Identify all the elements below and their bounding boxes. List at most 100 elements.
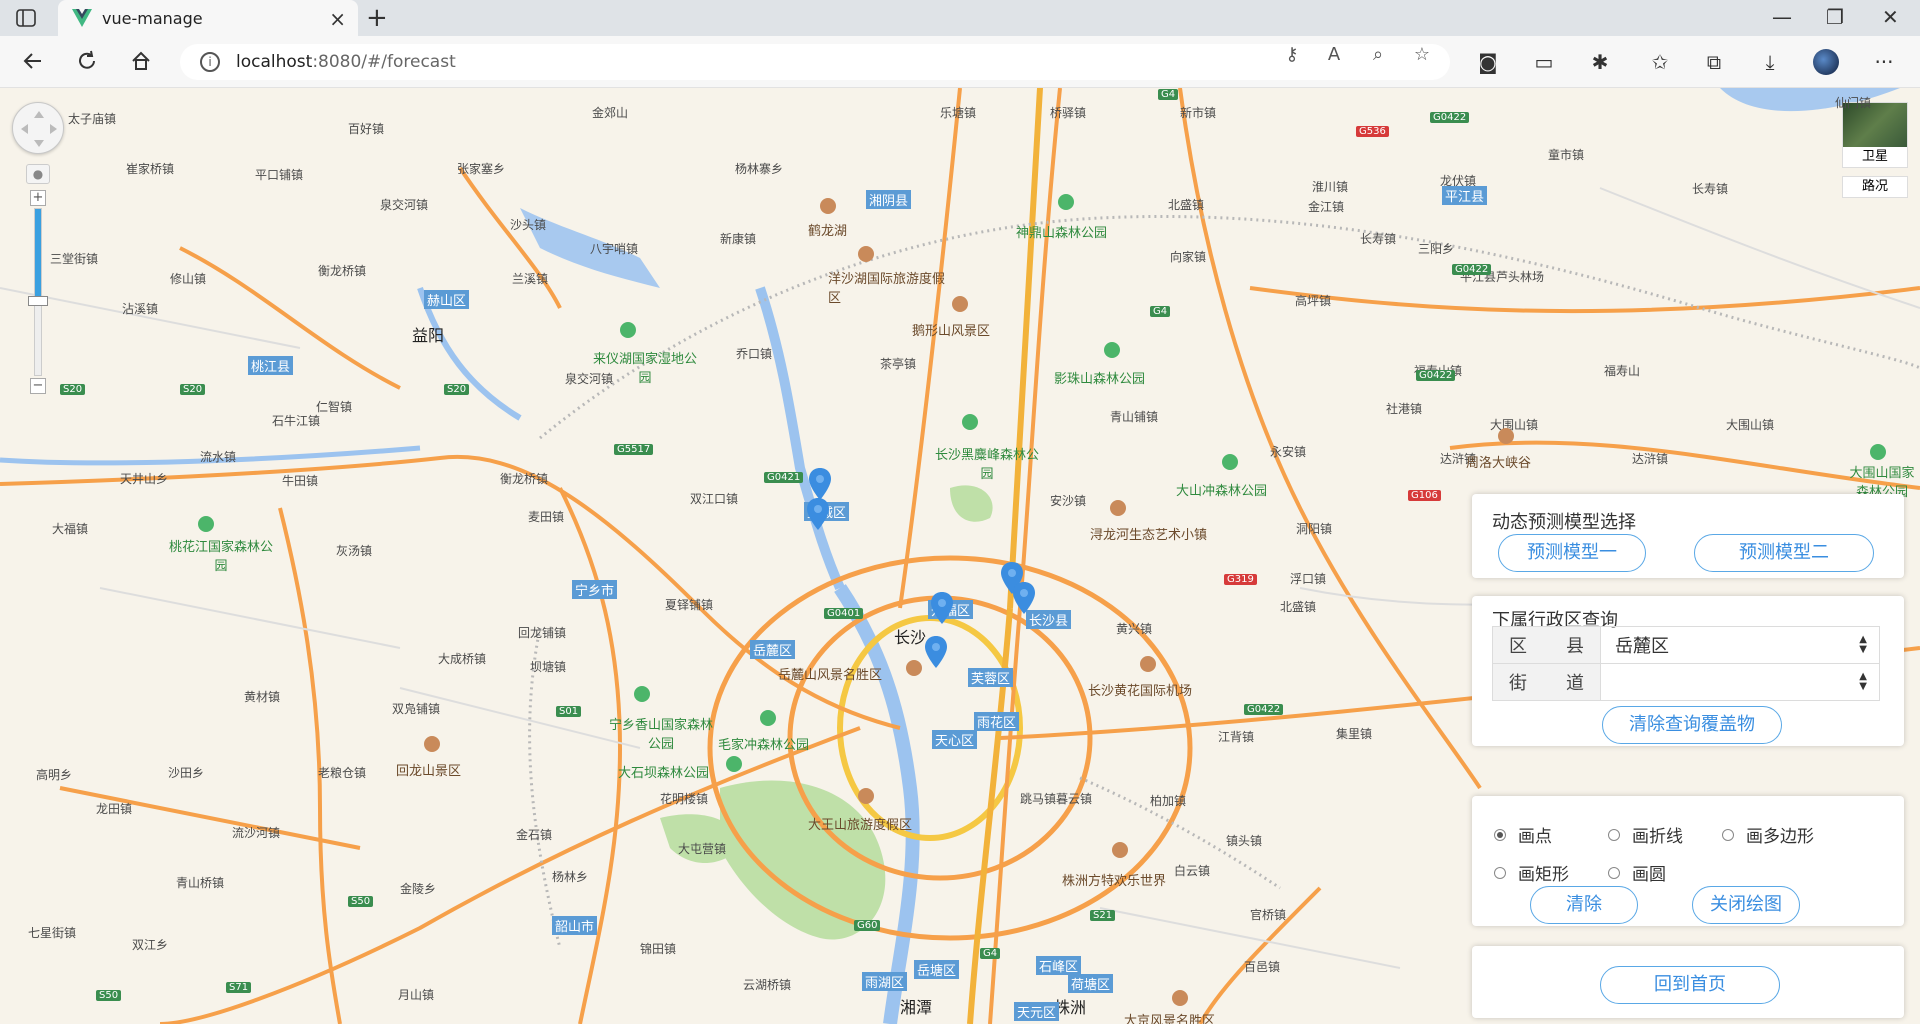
road-number-tag: G4 [1150,306,1171,317]
map-marker-icon[interactable] [925,636,947,668]
new-tab-button[interactable]: + [366,3,388,33]
park-icon [620,322,636,338]
maximize-button[interactable]: ❐ [1826,5,1844,29]
map-canvas[interactable]: ● + − 卫星 路况 太子庙镇 百好镇 金郊山 崔家桥镇 平口铺镇 张家塞乡 杨林寨乡 泉交… [0,88,1920,1024]
road-number-tag: G5517 [614,444,654,455]
zoom-out-button[interactable]: − [30,378,46,394]
download-icon[interactable]: ⤓ [1754,46,1786,78]
road-number-tag: G0422 [1416,370,1456,381]
place-label: 七星街镇 [28,926,77,940]
place-label: 三阳乡 [1418,242,1455,256]
road-number-tag: S20 [60,384,86,395]
map-marker-icon[interactable] [807,498,829,530]
traffic-toggle[interactable]: 路况 [1842,176,1908,198]
minimize-button[interactable]: — [1772,5,1792,29]
place-label: 双江乡 [132,938,169,952]
radio-dot [1494,828,1506,841]
extension-icon[interactable]: ◙ [1472,46,1504,78]
tab-title: vue-manage [102,8,203,28]
clear-query-button[interactable]: 清除查询覆盖物 [1602,706,1782,744]
zoom-icon[interactable]: ⌕ [1366,44,1390,68]
place-label: 花明楼镇 [660,792,709,806]
read-aloud-icon[interactable]: A [1322,44,1346,68]
place-label: 大福镇 [52,522,89,536]
scenic-spot-icon [858,246,874,262]
district-label: 宁乡市 [572,580,618,599]
site-info-icon[interactable]: i [200,52,220,72]
refresh-icon[interactable] [72,46,102,76]
place-label: 柏加镇 [1150,794,1187,808]
browser-tab[interactable]: vue-manage × [58,0,358,36]
model-two-button[interactable]: 预测模型二 [1694,534,1874,572]
place-label: 双江口镇 [690,492,739,506]
select-arrows-icon: ▲ ▼ [1859,671,1867,692]
zoom-slider-handle[interactable] [28,296,48,306]
scenic-spot-icon [858,788,874,804]
radio-label: 画点 [1518,827,1552,847]
road-number-tag: S50 [348,896,374,907]
zoom-reset-icon[interactable]: ● [26,164,50,184]
place-label: 平口铺镇 [255,168,304,182]
model-panel-title: 动态预测模型选择 [1492,512,1636,533]
draw-clear-button[interactable]: 清除 [1530,886,1638,924]
url-bar[interactable]: i localhost:8080/#/forecast [180,44,1450,80]
street-select[interactable]: ▲ ▼ [1601,664,1879,700]
back-icon[interactable] [18,46,48,76]
reading-icon[interactable]: ▭ [1528,46,1560,78]
radio-draw-polyline[interactable]: 画折线 [1608,822,1683,847]
home-icon[interactable] [126,46,156,76]
map-marker-icon[interactable] [931,592,953,624]
place-label: 白云镇 [1174,864,1211,878]
radio-draw-polygon[interactable]: 画多边形 [1722,822,1814,847]
address-toolbar: i localhost:8080/#/forecast ⚷ A ⌕ ☆ ◙ ▭ … [0,36,1920,88]
radio-draw-circle[interactable]: 画圆 [1608,860,1666,885]
district-label: 岳麓区 [750,640,796,659]
profile-avatar[interactable] [1810,46,1842,78]
more-menu-icon[interactable]: ··· [1868,46,1900,78]
place-label: 黄兴镇 [1116,622,1153,636]
place-label: 金陵乡 [400,882,437,896]
close-draw-button[interactable]: 关闭绘图 [1692,886,1800,924]
map-pan-control[interactable] [12,102,64,154]
window-close-button[interactable]: ✕ [1882,5,1899,29]
map-marker-icon[interactable] [1013,582,1035,614]
district-value: 岳麓区 [1615,636,1669,657]
map-marker-icon[interactable] [809,468,831,500]
home-panel: 回到首页 [1472,946,1904,1018]
park-icon [1870,444,1886,460]
place-label: 浮口镇 [1290,572,1327,586]
tab-actions-icon[interactable] [14,6,38,30]
road-number-tag: G106 [1408,490,1441,501]
radio-draw-point[interactable]: 画点 [1494,822,1552,847]
puzzle-icon[interactable]: ✱ [1584,46,1616,78]
back-home-button[interactable]: 回到首页 [1600,966,1780,1004]
map-zoom-control[interactable]: ● + − [26,164,50,404]
zoom-in-button[interactable]: + [30,190,46,206]
model-select-panel: 动态预测模型选择 预测模型一 预测模型二 [1472,494,1904,578]
model-one-button[interactable]: 预测模型一 [1498,534,1646,572]
collections-icon[interactable]: ⧉ [1698,46,1730,78]
place-label: 黄材镇 [244,690,281,704]
park-icon [1222,454,1238,470]
district-label: 平江县 [1442,186,1488,205]
key-icon[interactable]: ⚷ [1280,44,1304,68]
select-arrows-icon: ▲ ▼ [1859,634,1867,655]
favorite-add-icon[interactable]: ☆ [1410,44,1434,68]
favorites-icon[interactable]: ✩ [1644,46,1676,78]
satellite-toggle[interactable]: 卫星 [1842,102,1908,168]
place-label: 北盛镇 [1168,198,1205,212]
radio-dot [1494,866,1506,879]
zoom-slider-track[interactable] [34,208,42,376]
place-label: 龙田镇 [96,802,133,816]
radio-dot [1608,866,1620,879]
tab-close-icon[interactable]: × [329,7,346,31]
district-select[interactable]: 岳麓区 ▲ ▼ [1601,627,1879,663]
radio-draw-rectangle[interactable]: 画矩形 [1494,860,1569,885]
place-label: 安沙镇 [1050,494,1087,508]
road-number-tag: G319 [1224,574,1257,585]
place-label: 茶亭镇 [880,357,917,371]
district-label: 天元区 [1014,1002,1060,1021]
street-label: 街道 [1493,664,1601,700]
district-label-char1: 区 [1509,636,1527,657]
place-label: 牛田镇 [282,474,319,488]
